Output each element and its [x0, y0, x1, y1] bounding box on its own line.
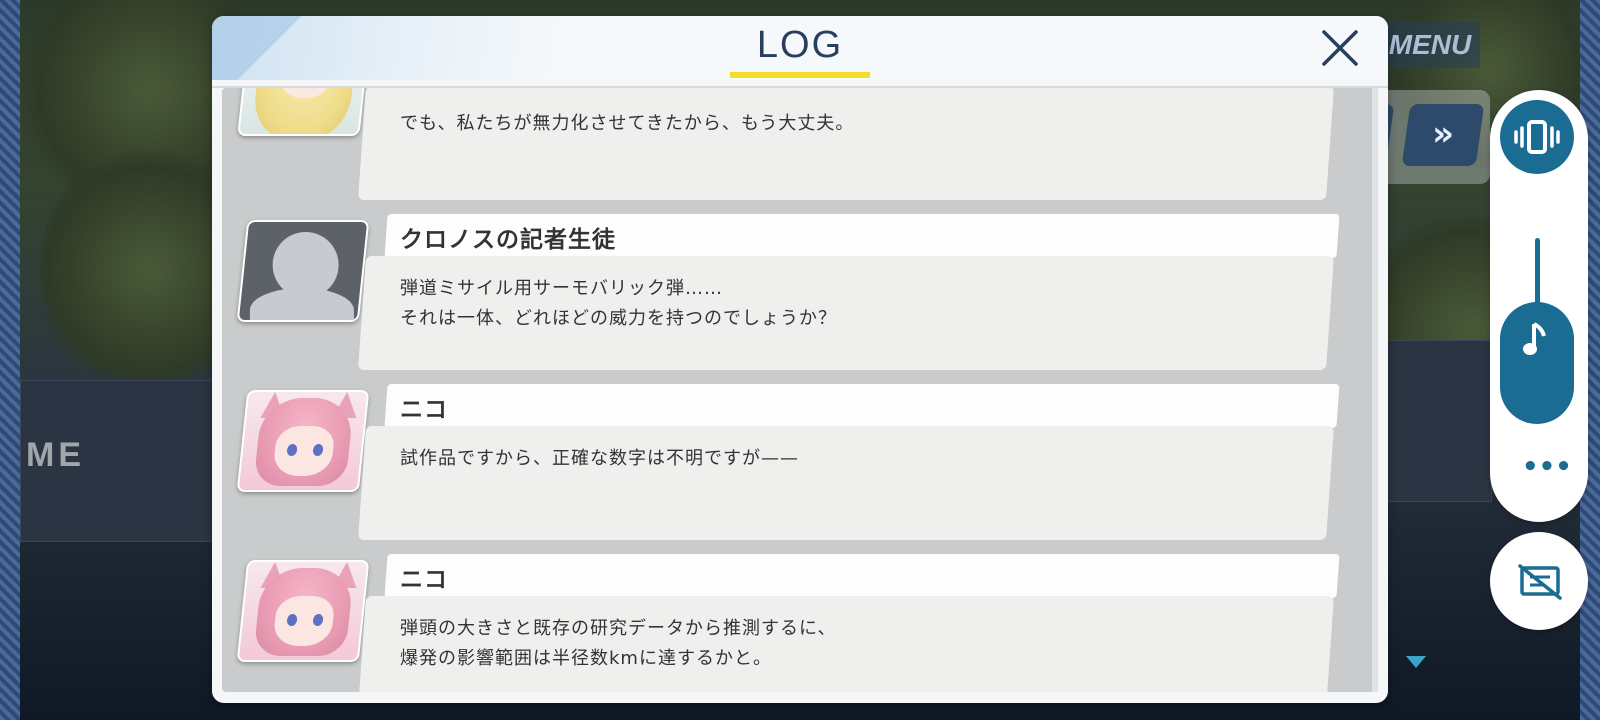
left-border-stripe: [0, 0, 20, 720]
name-box: [384, 554, 1340, 598]
message-line: 試作品ですから、正確な数字は不明ですが——: [400, 448, 799, 469]
vibration-icon: [1514, 120, 1560, 154]
log-panel: LOG でも、私たちが無力化させてきたから、もう大丈夫。 クロノスの記者生徒 弾…: [212, 16, 1388, 703]
message-line: 弾頭の大きさと既存の研究データから推測するに、: [400, 618, 837, 639]
speaker-avatar: [236, 220, 370, 322]
speaker-name: ニコ: [400, 567, 448, 593]
double-chevron-right-icon: »: [1432, 114, 1455, 154]
hide-text-icon: [1518, 564, 1562, 600]
title-underline: [730, 72, 870, 78]
background-sign: ME: [26, 436, 85, 474]
speaker-name: ニコ: [400, 397, 448, 423]
vibration-button[interactable]: [1500, 100, 1574, 174]
building: [1380, 340, 1492, 502]
log-entry: ニコ 試作品ですから、正確な数字は不明ですが——: [222, 384, 1378, 554]
name-box: [384, 384, 1340, 428]
log-list[interactable]: でも、私たちが無力化させてきたから、もう大丈夫。 クロノスの記者生徒 弾道ミサイ…: [222, 88, 1378, 692]
more-dots-icon[interactable]: •••: [1522, 454, 1572, 480]
log-scrollbar[interactable]: [1372, 88, 1378, 692]
fast-forward-button[interactable]: »: [1401, 104, 1485, 166]
log-entry: ニコ 弾頭の大きさと既存の研究データから推測するに、 爆発の影響範囲は半径数km…: [222, 554, 1378, 692]
log-title: LOG: [756, 24, 844, 66]
speaker-avatar: [237, 88, 369, 136]
close-icon: [1322, 30, 1358, 66]
music-note-icon: [1523, 322, 1546, 355]
speaker-avatar: [236, 560, 370, 662]
speaker-name: クロノスの記者生徒: [400, 227, 616, 253]
log-header: LOG: [212, 16, 1388, 80]
log-entry: でも、私たちが無力化させてきたから、もう大丈夫。: [222, 88, 1378, 214]
music-volume-slider[interactable]: [1500, 302, 1574, 424]
menu-button[interactable]: MENU: [1380, 22, 1480, 68]
message-line: 爆発の影響範囲は半径数kmに達するかと。: [400, 648, 772, 669]
avatar-shoulder: [249, 288, 354, 322]
message-line: でも、私たちが無力化させてきたから、もう大丈夫。: [400, 113, 855, 134]
speaker-avatar: [236, 390, 370, 492]
message-line: 弾道ミサイル用サーモバリック弾……: [400, 278, 723, 299]
next-indicator-icon: [1406, 656, 1426, 668]
close-button[interactable]: [1318, 26, 1362, 70]
log-entry: クロノスの記者生徒 弾道ミサイル用サーモバリック弾…… それは一体、どれほどの威…: [222, 214, 1378, 384]
message-line: それは一体、どれほどの威力を持つのでしょうか？: [400, 308, 837, 329]
hide-text-button[interactable]: [1490, 532, 1588, 630]
message-box: [358, 88, 1334, 200]
